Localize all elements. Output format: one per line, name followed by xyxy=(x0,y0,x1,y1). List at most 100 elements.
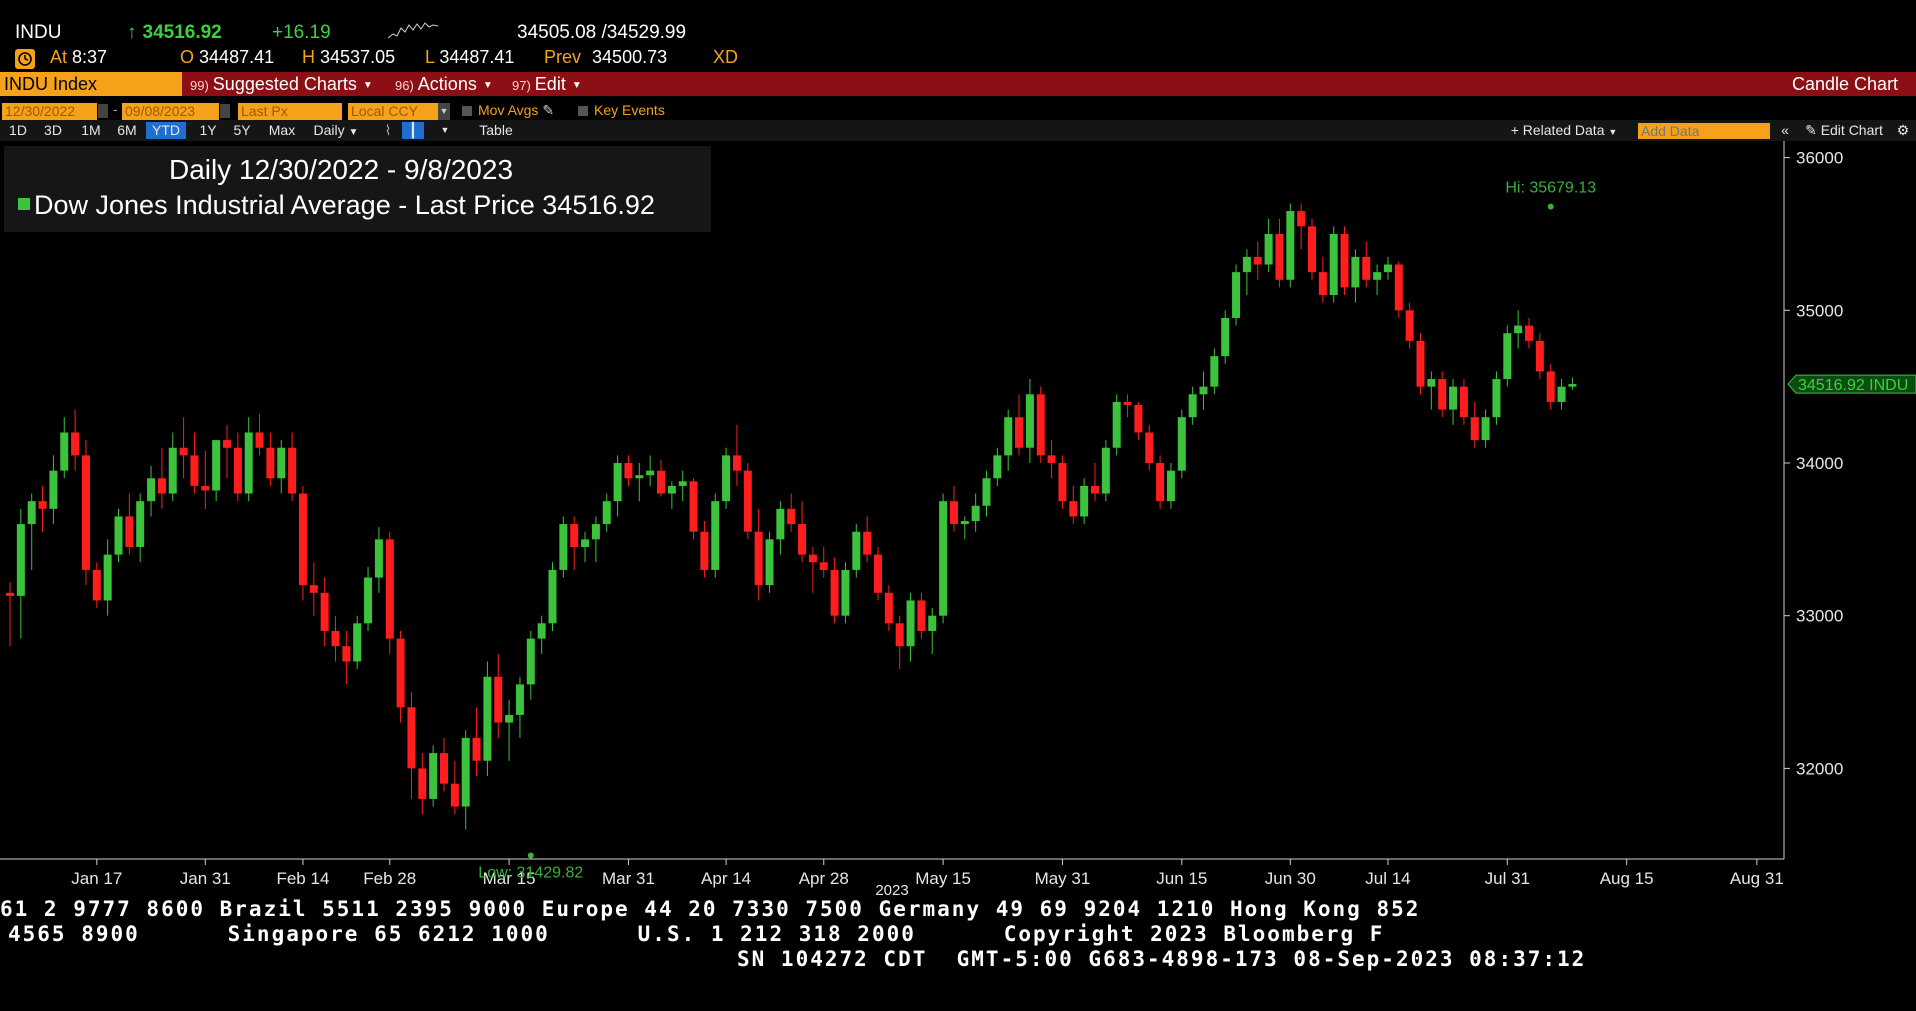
table-button[interactable]: Table xyxy=(474,122,518,139)
candle-body xyxy=(515,684,524,715)
candle-body xyxy=(971,505,980,522)
quote-bid-ask: 34505.08 /34529.99 xyxy=(517,22,687,43)
candle-body xyxy=(602,501,611,525)
period-1d[interactable]: 1D xyxy=(6,122,30,139)
candle-body xyxy=(591,524,600,540)
candle-body xyxy=(374,539,383,578)
footer-line-1: 61 2 9777 8600 Brazil 5511 2395 9000 Eur… xyxy=(0,897,1421,921)
candle-body xyxy=(548,569,557,624)
candle-body xyxy=(418,768,427,799)
y-tick-label: 34000 xyxy=(1796,454,1843,473)
suggested-charts-menu[interactable]: 99) Suggested Charts ▼ xyxy=(190,72,373,96)
candle-body xyxy=(179,447,188,456)
quote-ticker: INDU xyxy=(15,22,62,43)
last-price-label: 34516.92 INDU xyxy=(1798,377,1908,394)
x-tick-label: Apr 28 xyxy=(799,869,849,888)
candle-body xyxy=(1481,417,1490,441)
footer-line-2: 4565 8900 Singapore 65 6212 1000 U.S. 1 … xyxy=(8,922,1385,946)
candle-body xyxy=(429,753,438,799)
quote-flag: XD xyxy=(713,47,739,67)
candle-body xyxy=(895,623,904,647)
candle-chart-icon[interactable]: ┃ xyxy=(402,122,424,139)
candle-body xyxy=(396,638,405,708)
ticker-field[interactable]: INDU Index xyxy=(0,72,182,96)
period-6m[interactable]: 6M xyxy=(114,122,140,139)
candle-body xyxy=(81,455,90,570)
candle-body xyxy=(1514,325,1523,334)
candle-body xyxy=(1318,272,1327,296)
chevron-down-icon[interactable]: ▼ xyxy=(438,103,450,120)
period-1y[interactable]: 1Y xyxy=(196,122,220,139)
candle-body xyxy=(863,531,872,555)
candle-body xyxy=(233,447,242,494)
gear-icon[interactable]: ⚙ xyxy=(1894,122,1912,139)
x-tick-label: Feb 28 xyxy=(363,869,416,888)
candle-body xyxy=(1112,401,1121,448)
period-ytd[interactable]: YTD xyxy=(146,122,186,139)
candle-body xyxy=(1535,340,1544,372)
candle-body xyxy=(657,470,665,494)
candle-body xyxy=(732,455,741,471)
candle-body xyxy=(114,516,123,555)
edit-chart-button[interactable]: ✎ Edit Chart xyxy=(1800,122,1888,139)
candle-body xyxy=(1253,256,1262,265)
candle-body xyxy=(1405,310,1414,341)
candle-body xyxy=(298,493,307,586)
candle-body xyxy=(494,676,503,723)
candle-body xyxy=(1459,386,1468,418)
add-data-input[interactable] xyxy=(1638,123,1770,139)
up-arrow-icon: ↑ xyxy=(127,22,137,43)
candle-body xyxy=(331,630,340,647)
candle-body xyxy=(1101,447,1110,494)
candle-body xyxy=(917,600,926,631)
candle-body xyxy=(1069,501,1078,517)
start-date-field[interactable]: 12/30/2022 xyxy=(2,103,97,120)
chevron-down-icon[interactable]: ▼ xyxy=(438,122,452,139)
sparkline-icon xyxy=(388,22,439,39)
calendar-icon[interactable] xyxy=(220,104,230,118)
candle-body xyxy=(190,455,199,486)
period-5y[interactable]: 5Y xyxy=(230,122,254,139)
currency-select[interactable]: Local CCY xyxy=(348,103,438,120)
candle-body xyxy=(526,638,535,685)
period-1m[interactable]: 1M xyxy=(78,122,104,139)
y-tick-label: 36000 xyxy=(1796,149,1843,168)
line-chart-icon[interactable]: ⌇ xyxy=(378,122,398,139)
candle-body xyxy=(1242,256,1251,273)
candle-body xyxy=(1362,256,1371,280)
clock-icon[interactable] xyxy=(15,49,35,69)
candle-body xyxy=(1221,317,1230,357)
candle-body xyxy=(1047,455,1056,464)
candle-body xyxy=(353,623,362,662)
y-tick-label: 35000 xyxy=(1796,301,1843,320)
candle-body xyxy=(689,481,698,532)
collapse-icon[interactable]: « xyxy=(1777,122,1793,139)
key-events-toggle[interactable]: Key Events xyxy=(578,102,665,118)
candle-body xyxy=(60,432,69,471)
checkbox-icon[interactable] xyxy=(578,106,588,116)
calendar-icon[interactable] xyxy=(98,104,108,118)
frequency-select[interactable]: Daily ▼ xyxy=(308,122,364,139)
period-max[interactable]: Max xyxy=(265,122,299,139)
x-tick-label: Jul 14 xyxy=(1365,869,1410,888)
actions-menu[interactable]: 96) Actions ▼ xyxy=(395,72,493,96)
candle-body xyxy=(830,569,839,616)
checkbox-icon[interactable] xyxy=(462,106,472,116)
edit-menu[interactable]: 97) Edit ▼ xyxy=(512,72,582,96)
candle-body xyxy=(1177,417,1186,471)
price-field-select[interactable]: Last Px xyxy=(238,103,342,120)
candle-body xyxy=(635,475,644,479)
candle-body xyxy=(1449,386,1458,410)
mov-avgs-toggle[interactable]: Mov Avgs ✎ xyxy=(462,102,554,119)
candle-body xyxy=(38,501,47,509)
candle-body xyxy=(342,646,351,662)
period-3d[interactable]: 3D xyxy=(41,122,65,139)
related-data-button[interactable]: + Related Data ▼ xyxy=(1505,122,1623,139)
end-date-field[interactable]: 09/08/2023 xyxy=(122,103,219,120)
x-tick-label: Jul 31 xyxy=(1485,869,1530,888)
quote-open: O 34487.41 xyxy=(180,47,275,67)
pencil-icon[interactable]: ✎ xyxy=(542,102,554,118)
candle-body xyxy=(1308,226,1316,273)
candle-chart[interactable]: 32000 33000 34000 35000 36000 Jan 17 Jan 31 Feb… xyxy=(0,141,1916,910)
candle-body xyxy=(157,478,166,494)
